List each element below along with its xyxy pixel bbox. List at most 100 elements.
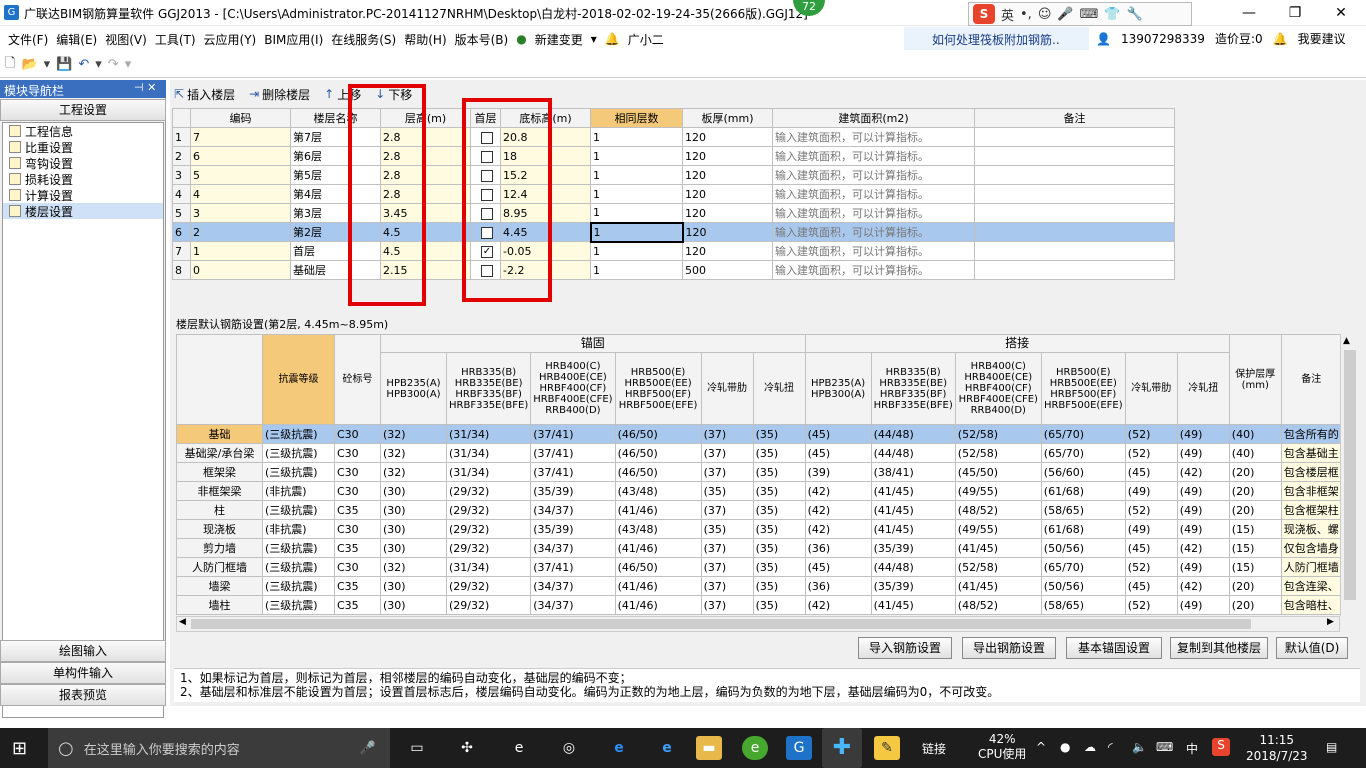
concrete-grade-cell[interactable]: C30	[334, 519, 381, 539]
volume-icon[interactable]: 🔈	[1132, 740, 1147, 754]
redo-icon[interactable]: ↷	[108, 57, 119, 72]
seismic-grade-cell[interactable]: (三级抗震)	[262, 576, 335, 596]
anchor-value-cell[interactable]: (34/37)	[530, 500, 616, 520]
ime-toolbar[interactable]: S 英 •, ☺ 🎤 ⌨ 👕 🔧	[968, 2, 1192, 26]
microphone-icon[interactable]: 🎤	[1057, 7, 1073, 22]
lap-value-cell[interactable]: (49)	[1124, 519, 1178, 539]
fan-app-icon[interactable]: ✣	[454, 736, 480, 760]
same-floors-cell[interactable]: 1	[590, 165, 683, 185]
rebar-note-cell[interactable]: 包含框架柱	[1280, 500, 1342, 520]
seismic-grade-cell[interactable]: (三级抗震)	[262, 500, 335, 520]
floor-row[interactable]: 2 6 第6层 2.8 18 1 120 输入建筑面积，可以计算指标。	[172, 146, 1175, 166]
anchor-value-cell[interactable]: (31/34)	[445, 443, 532, 463]
lap-value-cell[interactable]: (61/68)	[1040, 481, 1126, 501]
anchor-value-cell[interactable]: (46/50)	[614, 424, 702, 444]
rebar-row[interactable]: 基础梁/承台梁 (三级抗震) C30 (32) (31/34) (37/41) (46/50…	[176, 443, 1342, 463]
anchor-value-cell[interactable]: (37/41)	[530, 557, 616, 577]
remarks-cell[interactable]	[974, 260, 1175, 280]
edge-icon[interactable]: e	[506, 736, 532, 760]
rebar-header-notes[interactable]: 备注	[1280, 334, 1342, 425]
lap-value-cell[interactable]: (41/45)	[870, 481, 956, 501]
question-link[interactable]: 如何处理筏板附加钢筋..	[904, 27, 1089, 50]
anchor-value-cell[interactable]: (37)	[700, 462, 754, 482]
lap-value-cell[interactable]: (35/39)	[870, 576, 956, 596]
slab-thickness-cell[interactable]: 120	[682, 146, 773, 166]
concrete-grade-cell[interactable]: C35	[334, 500, 381, 520]
slab-thickness-cell[interactable]: 120	[682, 241, 773, 261]
lap-value-cell[interactable]: (50/56)	[1040, 538, 1126, 558]
anchor-value-cell[interactable]: (30)	[380, 595, 447, 615]
action-center-icon[interactable]: ▤	[1326, 740, 1337, 754]
rebar-header-concrete[interactable]: 砼标号	[334, 334, 381, 425]
menu-help[interactable]: 帮助(H)	[400, 31, 450, 48]
vertical-scrollbar[interactable]: ▲	[1340, 334, 1358, 616]
remarks-cell[interactable]	[974, 165, 1175, 185]
concrete-grade-cell[interactable]: C30	[334, 424, 381, 444]
default-value-button[interactable]: 默认值(D)	[1276, 637, 1348, 659]
scroll-up-icon[interactable]: ▲	[1343, 336, 1350, 346]
vertical-scroll-thumb[interactable]	[1344, 350, 1356, 600]
anchor-value-cell[interactable]: (29/32)	[445, 595, 532, 615]
anchor-value-cell[interactable]: (37)	[700, 576, 754, 596]
floor-row[interactable]: 3 5 第5层 2.8 15.2 1 120 输入建筑面积，可以计算指标。	[172, 165, 1175, 185]
anchor-value-cell[interactable]: (46/50)	[614, 443, 702, 463]
seismic-grade-cell[interactable]: (三级抗震)	[262, 538, 335, 558]
anchor-value-cell[interactable]: (30)	[380, 538, 447, 558]
building-area-cell[interactable]: 输入建筑面积，可以计算指标。	[772, 241, 975, 261]
anchor-value-cell[interactable]: (34/37)	[530, 538, 616, 558]
seismic-grade-cell[interactable]: (非抗震)	[262, 519, 335, 539]
delete-floor-button[interactable]: ⇥ 删除楼层	[249, 86, 310, 103]
anchor-value-cell[interactable]: (35)	[752, 462, 806, 482]
tree-item-hook[interactable]: 弯钩设置	[3, 155, 163, 171]
building-area-cell[interactable]: 输入建筑面积，可以计算指标。	[772, 165, 975, 185]
glodon-active-icon[interactable]: ✚	[822, 728, 862, 768]
lap-value-cell[interactable]: (41/45)	[954, 576, 1042, 596]
user-icon[interactable]: 👕	[1104, 7, 1120, 22]
tree-item-project-info[interactable]: 工程信息	[3, 123, 163, 139]
lap-value-cell[interactable]: (41/45)	[870, 500, 956, 520]
lap-value-cell[interactable]: (49)	[1176, 500, 1230, 520]
lap-value-cell[interactable]: (35/39)	[870, 538, 956, 558]
anchor-value-cell[interactable]: (37)	[700, 557, 754, 577]
building-area-cell[interactable]: 输入建筑面积，可以计算指标。	[772, 184, 975, 204]
anchor-value-cell[interactable]: (41/46)	[614, 595, 702, 615]
floor-code-cell[interactable]: 2	[190, 222, 291, 242]
menu-assistant[interactable]: 广小二	[624, 31, 668, 48]
lap-value-cell[interactable]: (36)	[804, 576, 872, 596]
anchor-value-cell[interactable]: (35)	[752, 519, 806, 539]
ime-language[interactable]: 英	[1001, 5, 1014, 24]
new-file-icon[interactable]: 🗋	[5, 54, 15, 76]
anchor-value-cell[interactable]: (30)	[380, 576, 447, 596]
lap-value-cell[interactable]: (38/41)	[870, 462, 956, 482]
rebar-note-cell[interactable]: 人防门框墙	[1280, 557, 1342, 577]
concrete-grade-cell[interactable]: C30	[334, 462, 381, 482]
building-area-cell[interactable]: 输入建筑面积，可以计算指标。	[772, 260, 975, 280]
menu-cloud[interactable]: 云应用(Y)	[200, 31, 261, 48]
lap-value-cell[interactable]: (41/45)	[870, 595, 956, 615]
remarks-cell[interactable]	[974, 203, 1175, 223]
taskbar-search[interactable]: ○ 在这里输入你要搜索的内容 🎤	[48, 728, 390, 768]
cover-thickness-cell[interactable]: (20)	[1228, 500, 1282, 520]
chevron-down-icon[interactable]: ▾	[587, 32, 601, 46]
tray-link[interactable]: 链接	[922, 740, 946, 757]
ime-indicator[interactable]: 中	[1186, 740, 1198, 757]
lap-value-cell[interactable]: (65/70)	[1040, 424, 1126, 444]
seismic-grade-cell[interactable]: (三级抗震)	[262, 443, 335, 463]
keyboard-icon[interactable]: ⌨	[1080, 7, 1099, 22]
anchor-value-cell[interactable]: (41/46)	[614, 576, 702, 596]
lap-value-cell[interactable]: (65/70)	[1040, 443, 1126, 463]
nav-section-report[interactable]: 报表预览	[0, 684, 166, 706]
anchor-value-cell[interactable]: (29/32)	[445, 519, 532, 539]
anchor-steel-header[interactable]: HRB335(B) HRB335E(BE) HRBF335(BF) HRBF335E(…	[445, 352, 532, 425]
cover-thickness-cell[interactable]: (20)	[1228, 595, 1282, 615]
lap-value-cell[interactable]: (49)	[1176, 595, 1230, 615]
anchor-value-cell[interactable]: (43/48)	[614, 519, 702, 539]
anchor-steel-header[interactable]: HRB400(C) HRB400E(CE) HRBF400(CF) HRBF400E(…	[530, 352, 616, 425]
remarks-cell[interactable]	[974, 127, 1175, 147]
lap-steel-header[interactable]: HPB235(A) HPB300(A)	[804, 352, 872, 425]
menu-online[interactable]: 在线服务(S)	[327, 31, 400, 48]
floor-code-cell[interactable]: 5	[190, 165, 291, 185]
anchor-value-cell[interactable]: (29/32)	[445, 481, 532, 501]
sogou-tray-icon[interactable]: S	[1212, 738, 1230, 756]
header-code[interactable]: 编码	[190, 108, 291, 128]
